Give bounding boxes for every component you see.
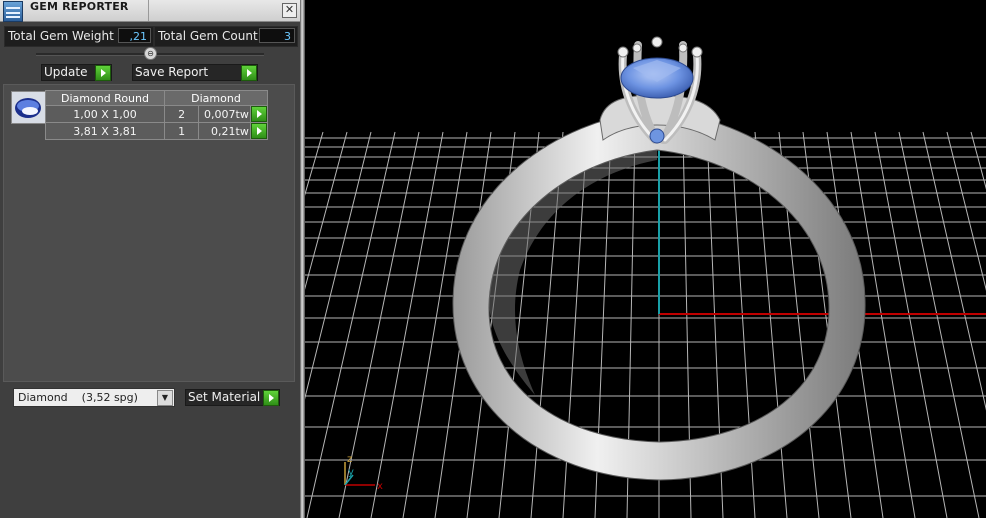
gem-reporter-panel: GEM REPORTER ✕ Total Gem Weight ,21 Tota… [0,0,300,518]
diamond-round-gem-icon[interactable] [11,91,46,124]
header-gem-shape: Diamond Round [45,90,165,106]
chevron-down-icon[interactable]: ▼ [157,390,173,406]
viewport-scene[interactable]: z y x [305,0,986,518]
collapse-toggle-icon[interactable]: ⊖ [144,47,157,60]
total-gem-weight-label: Total Gem Weight [8,29,114,43]
save-report-button[interactable]: Save Report [132,64,258,81]
gem-size-cell: 1,00 X 1,00 [45,105,165,123]
table-row[interactable]: 3,81 X 3,81 1 0,21tw [45,122,269,140]
row-go-button[interactable] [249,122,269,140]
header-gem-material: Diamond [164,90,268,106]
gem-table: Diamond Round Diamond 1,00 X 1,00 2 0,00… [45,90,269,140]
total-gem-count-value: 3 [259,28,295,43]
gem-weight-cell: 0,007tw [198,105,251,123]
gem-list-area: Diamond Round Diamond 1,00 X 1,00 2 0,00… [3,84,295,382]
title-divider [148,0,149,21]
table-header-row: Diamond Round Diamond [45,90,268,106]
update-go-arrow-icon [95,65,111,81]
save-report-button-label: Save Report [135,65,209,79]
gem-size-cell: 3,81 X 3,81 [45,122,165,140]
row-go-arrow-icon [250,123,267,139]
gem-count-cell: 1 [163,122,200,140]
set-material-go-arrow-icon [263,390,279,406]
total-gem-weight-box: Total Gem Weight ,21 [4,26,154,47]
panel-title: GEM REPORTER [30,0,129,13]
axis-z-label: z [347,454,352,465]
set-material-button-label: Set Material [188,390,261,404]
gem-count-cell: 2 [163,105,200,123]
axis-y-label: y [348,467,354,478]
total-gem-count-box: Total Gem Count 3 [154,26,298,47]
material-selected-value: Diamond (3,52 spg) [18,391,138,404]
row-go-arrow-icon [250,106,267,122]
table-row[interactable]: 1,00 X 1,00 2 0,007tw [45,105,269,123]
material-dropdown[interactable]: Diamond (3,52 spg) ▼ [13,388,175,407]
save-report-go-arrow-icon [241,65,257,81]
set-material-button[interactable]: Set Material [185,389,280,406]
total-gem-count-label: Total Gem Count [158,29,258,43]
axis-x-label: x [377,481,383,492]
update-button-label: Update [44,65,88,79]
side-diamond-gem[interactable] [649,128,665,144]
total-gem-weight-value: ,21 [118,28,151,43]
gem-weight-cell: 0,21tw [198,122,251,140]
3d-viewport[interactable]: z y x [305,0,986,518]
update-button[interactable]: Update [41,64,112,81]
gem-reporter-app-icon [3,1,23,22]
title-bar: GEM REPORTER ✕ [0,0,300,22]
close-button[interactable]: ✕ [282,3,297,18]
row-go-button[interactable] [249,105,269,123]
